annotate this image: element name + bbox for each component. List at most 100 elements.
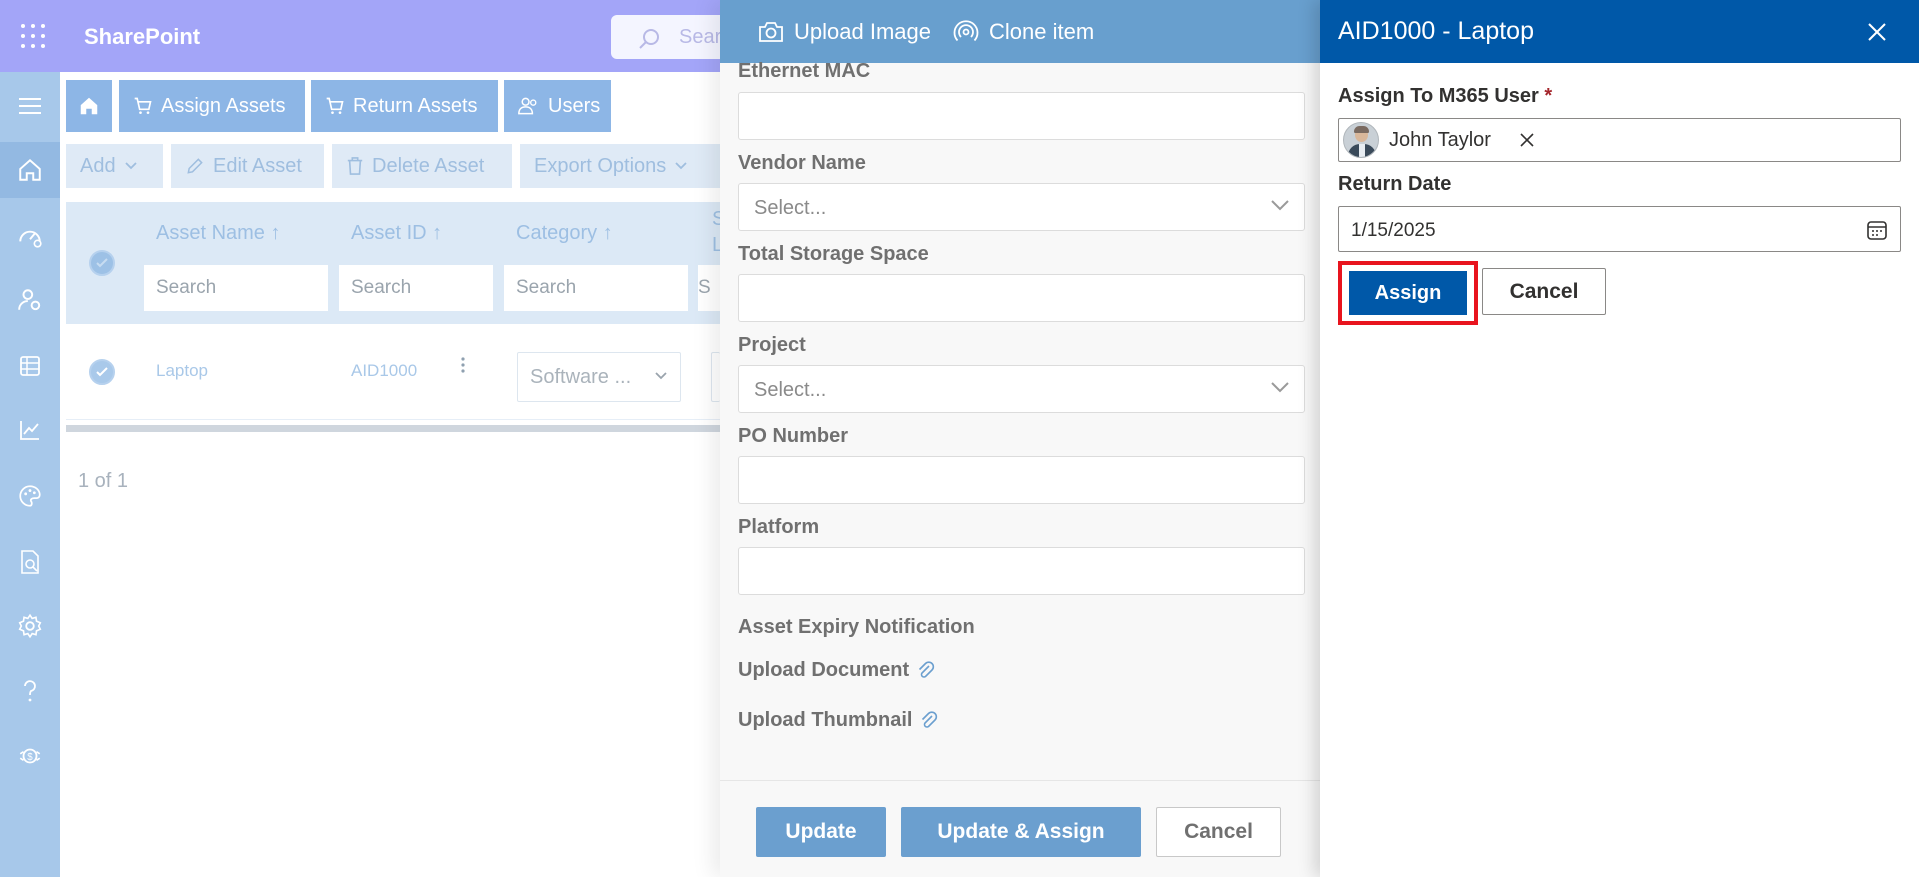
paperclip-icon (922, 710, 938, 728)
category-filter-input[interactable]: Search (504, 265, 688, 311)
tab-return-assets[interactable]: Return Assets (311, 80, 498, 132)
assign-to-label: Assign To M365 User * (1338, 85, 1552, 108)
po-number-input[interactable] (738, 456, 1305, 504)
add-label: Add (80, 154, 116, 177)
update-and-assign-button[interactable]: Update & Assign (901, 807, 1141, 857)
broadcast-icon (953, 19, 979, 41)
trash-icon (347, 157, 363, 175)
project-select[interactable]: Select... (738, 365, 1305, 413)
people-icon (518, 97, 537, 115)
user-settings-rail-icon[interactable] (0, 272, 60, 328)
table-rail-icon[interactable] (0, 338, 60, 394)
partial-filter-input[interactable]: S (698, 265, 720, 311)
remove-user-icon[interactable] (1517, 130, 1537, 150)
asset-id-filter-input[interactable]: Search (339, 265, 493, 311)
cart-icon (326, 97, 344, 114)
report-search-rail-icon[interactable] (0, 534, 60, 590)
pager-text: 1 of 1 (78, 470, 129, 492)
cancel-button[interactable]: Cancel (1482, 268, 1606, 315)
total-storage-input[interactable] (738, 274, 1305, 322)
close-icon[interactable] (1862, 17, 1892, 47)
home-icon (80, 97, 98, 115)
home-rail-icon[interactable] (0, 142, 60, 198)
tab-label: Assign Assets (161, 94, 286, 117)
vendor-name-placeholder: Select... (754, 197, 827, 219)
tab-users[interactable]: Users (504, 80, 611, 132)
select-all-checkbox[interactable] (89, 250, 115, 276)
checkmark-icon (96, 258, 108, 268)
selected-user-name: John Taylor (1389, 128, 1491, 151)
people-picker[interactable]: John Taylor (1338, 118, 1901, 162)
column-header-asset-id[interactable]: Asset ID ↑ (351, 222, 442, 245)
edit-cancel-button[interactable]: Cancel (1156, 807, 1281, 857)
total-storage-label: Total Storage Space (738, 243, 929, 265)
settings-rail-icon[interactable] (0, 598, 60, 654)
assign-button[interactable]: Assign (1349, 271, 1467, 315)
camera-icon (759, 21, 783, 42)
edit-panel-header: Upload Image Clone item (720, 0, 1320, 63)
delete-asset-button[interactable]: Delete Asset (332, 144, 512, 188)
command-bar: Add Edit Asset Delete Asset Export Optio… (66, 144, 720, 188)
upload-image-button[interactable]: Upload Image (758, 19, 931, 45)
row-partial-cell (711, 352, 720, 402)
row-asset-name-link[interactable]: Laptop (156, 361, 208, 381)
return-date-value: 1/15/2025 (1351, 220, 1436, 241)
chevron-down-icon (1271, 382, 1289, 393)
selected-user-persona: John Taylor (1343, 122, 1537, 158)
left-navigation-rail: $ (0, 72, 60, 877)
row-category-value: Software ... (530, 366, 632, 388)
billing-rail-icon[interactable]: $ (0, 728, 60, 784)
home-tab[interactable] (66, 80, 112, 132)
return-date-input[interactable]: 1/15/2025 (1338, 206, 1901, 252)
assign-button-highlight: Assign (1338, 261, 1478, 325)
pencil-icon (187, 158, 203, 174)
add-button[interactable]: Add (66, 144, 163, 188)
upload-thumbnail-link[interactable]: Upload Thumbnail (738, 709, 938, 732)
app-title[interactable]: SharePoint (84, 24, 200, 50)
vendor-name-select[interactable]: Select... (738, 183, 1305, 231)
hamburger-menu-icon[interactable] (0, 78, 60, 134)
calendar-icon[interactable] (1866, 219, 1888, 241)
checkmark-icon (96, 367, 108, 377)
asset-name-filter-input[interactable]: Search (144, 265, 328, 311)
more-actions-icon[interactable] (460, 356, 466, 379)
edit-asset-button[interactable]: Edit Asset (171, 144, 324, 188)
row-checkbox[interactable] (89, 359, 115, 385)
project-placeholder: Select... (754, 379, 827, 401)
return-date-label: Return Date (1338, 173, 1452, 195)
platform-input[interactable] (738, 547, 1305, 595)
platform-label: Platform (738, 516, 820, 538)
delete-label: Delete Asset (372, 154, 485, 177)
global-search[interactable]: Sear (611, 15, 731, 59)
row-category-select[interactable]: Software ... (517, 352, 681, 402)
paperclip-icon (919, 660, 935, 678)
chevron-down-icon (655, 372, 667, 380)
ethernet-mac-label: Ethernet MAC (738, 60, 871, 82)
dashboard-rail-icon[interactable] (0, 208, 60, 264)
horizontal-scrollbar[interactable] (66, 425, 720, 432)
panel-title: AID1000 - Laptop (1338, 17, 1534, 45)
ethernet-mac-input[interactable] (738, 92, 1305, 140)
app-launcher-icon[interactable] (21, 24, 45, 48)
column-header-category[interactable]: Category ↑ (516, 222, 613, 245)
project-label: Project (738, 334, 806, 356)
search-placeholder: Sear (679, 26, 722, 48)
tab-assign-assets[interactable]: Assign Assets (119, 80, 305, 132)
chart-rail-icon[interactable] (0, 402, 60, 458)
palette-rail-icon[interactable] (0, 468, 60, 524)
upload-image-label: Upload Image (794, 18, 931, 44)
update-button[interactable]: Update (756, 807, 886, 857)
help-rail-icon[interactable] (0, 664, 60, 720)
chevron-down-icon (124, 162, 137, 170)
required-marker: * (1544, 85, 1553, 107)
avatar (1343, 122, 1379, 158)
column-header-asset-name[interactable]: Asset Name ↑ (156, 222, 280, 245)
asset-list-area (60, 72, 720, 877)
svg-text:$: $ (27, 752, 33, 763)
upload-document-link[interactable]: Upload Document (738, 659, 935, 682)
clone-item-button[interactable]: Clone item (953, 19, 1094, 45)
row-asset-id: AID1000 (351, 361, 418, 380)
export-options-button[interactable]: Export Options (520, 144, 720, 188)
chevron-down-icon (1271, 200, 1289, 211)
upload-thumbnail-label: Upload Thumbnail (738, 709, 913, 731)
